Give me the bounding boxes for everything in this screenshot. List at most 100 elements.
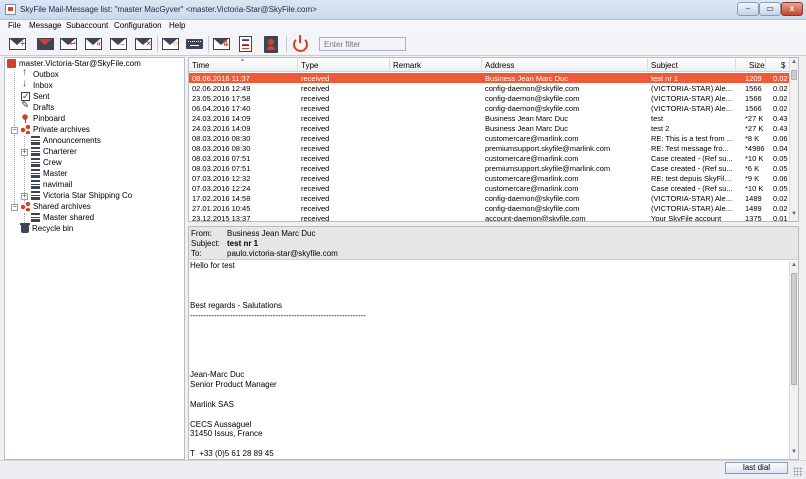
cell-type: received: [301, 194, 330, 203]
cell-time: 24.03.2016 14:09: [192, 124, 251, 133]
window-title: SkyFile Mail-Message list: "master MacGy…: [20, 5, 317, 14]
expand-charterer[interactable]: +: [21, 149, 28, 156]
new-message-button[interactable]: +: [7, 34, 28, 54]
folder-label: Inbox: [33, 81, 53, 90]
cell-size: *9 K: [745, 174, 760, 183]
scroll-thumb[interactable]: [791, 273, 797, 385]
table-row[interactable]: 23.05.2016 17:58 received config-daemon@sk…: [189, 93, 791, 103]
address-book-button[interactable]: [260, 34, 281, 54]
cell-address: account-daemon@skyfile.com: [485, 214, 586, 222]
scroll-down-icon[interactable]: ▼: [790, 211, 798, 220]
column-remark[interactable]: Remark: [393, 61, 421, 70]
cell-time: 08.03.2016 07:51: [192, 154, 251, 163]
maximize-button[interactable]: ▭: [759, 2, 781, 16]
scroll-down-icon[interactable]: ▼: [790, 449, 798, 458]
menu-message[interactable]: Message: [29, 21, 61, 30]
cell-subject: Your SkyFile account: [651, 214, 722, 222]
table-row[interactable]: 08.03.2016 08:30 received customercare@mar…: [189, 133, 791, 143]
folder-recycle-bin[interactable]: Recycle bin: [20, 223, 73, 234]
send-receive-button[interactable]: ⇅: [211, 34, 232, 54]
folder-shared-archives[interactable]: Shared archives: [21, 201, 91, 212]
table-row[interactable]: 08.06.2016 11:37 received Business Jean Ma…: [189, 73, 791, 83]
archive-stack-icon: [31, 180, 40, 189]
folder-inbox[interactable]: Inbox: [21, 78, 53, 91]
forward-button[interactable]: →: [108, 34, 129, 54]
table-row[interactable]: 07.03.2016 12:32 received customercare@mar…: [189, 173, 791, 183]
folder-drafts[interactable]: Drafts: [21, 100, 54, 113]
scroll-up-icon[interactable]: ▲: [790, 262, 798, 271]
keyboard-button[interactable]: [184, 34, 205, 54]
tree-root-account[interactable]: master.Victoria-Star@SkyFile.com: [7, 58, 141, 69]
table-row[interactable]: 17.02.2016 14:58 received config-daemon@sk…: [189, 193, 791, 203]
reply-all-button[interactable]: «: [83, 34, 104, 54]
cell-size: 1489: [745, 204, 762, 213]
table-row[interactable]: 08.03.2016 07:51 received customercare@mar…: [189, 153, 791, 163]
delete-message-button[interactable]: ×: [133, 34, 154, 54]
table-row[interactable]: 07.03.2016 12:24 received customercare@mar…: [189, 183, 791, 193]
cell-cost: 0.02: [773, 194, 788, 203]
menu-subaccount[interactable]: Subaccount: [66, 21, 108, 30]
folder-pinboard[interactable]: Pinboard: [21, 113, 65, 124]
scroll-up-icon[interactable]: ▲: [790, 59, 798, 68]
cell-address: customercare@marlink.com: [485, 134, 579, 143]
column-subject[interactable]: Subject: [651, 61, 678, 70]
filter-input[interactable]: [319, 37, 406, 51]
menu-configuration[interactable]: Configuration: [114, 21, 162, 30]
menu-help[interactable]: Help: [169, 21, 185, 30]
table-row[interactable]: 08.03.2016 08:30 received premiumsupport.s…: [189, 143, 791, 153]
close-button[interactable]: x: [781, 2, 803, 16]
table-row[interactable]: 24.03.2016 14:09 received Business Jean Ma…: [189, 113, 791, 123]
envelope-forward-icon: →: [110, 38, 127, 50]
scroll-thumb[interactable]: [791, 70, 797, 80]
message-list-scrollbar[interactable]: ▲ ▼: [789, 58, 798, 221]
cell-address: config-daemon@skyfile.com: [485, 84, 580, 93]
expand-victoria-star[interactable]: +: [21, 193, 28, 200]
folder-charterer[interactable]: Charterer: [31, 146, 77, 157]
minimize-button[interactable]: –: [737, 2, 759, 16]
archive-stack-icon: [31, 136, 40, 145]
cell-type: received: [301, 94, 330, 103]
folder-private-archives[interactable]: Private archives: [21, 124, 90, 135]
table-row[interactable]: 06.04.2016 17:40 received config-daemon@sk…: [189, 103, 791, 113]
folder-label: Announcements: [43, 136, 101, 145]
pin-icon: [21, 114, 30, 123]
folder-master[interactable]: Master: [31, 168, 67, 179]
table-row[interactable]: 23.12.2015 13:37 received account-daemon@s…: [189, 213, 791, 222]
cell-cost: 0.02: [773, 204, 788, 213]
folder-navimail[interactable]: navimail: [31, 179, 72, 190]
collapse-shared-archives[interactable]: −: [11, 204, 18, 211]
table-row[interactable]: 02.06.2016 12:49 received config-daemon@sk…: [189, 83, 791, 93]
search-button[interactable]: ○: [160, 34, 181, 54]
folder-master-shared[interactable]: Master shared: [31, 212, 94, 223]
last-dial-button[interactable]: last dial: [725, 462, 788, 474]
table-row[interactable]: 24.03.2016 14:09 received Business Jean Ma…: [189, 123, 791, 133]
cell-size: *4986: [745, 144, 765, 153]
column-type[interactable]: Type: [301, 61, 318, 70]
menu-file[interactable]: File: [8, 21, 21, 30]
collapse-private-archives[interactable]: −: [11, 127, 18, 134]
open-message-button[interactable]: [35, 34, 56, 54]
folder-victoria-star-shipping[interactable]: Victoria Star Shipping Co: [31, 190, 132, 201]
resize-grip[interactable]: [793, 467, 803, 477]
archive-stack-icon: [31, 191, 40, 200]
column-cost[interactable]: $: [781, 61, 785, 70]
folder-crew[interactable]: Crew: [31, 157, 62, 168]
column-address[interactable]: Address: [485, 61, 514, 70]
cell-subject: test 2: [651, 124, 670, 133]
preview-scrollbar[interactable]: ▲ ▼: [789, 261, 798, 459]
message-body[interactable]: Hello for test Best regards - Salutation…: [190, 261, 788, 459]
cell-subject: RE: This is a test from ...: [651, 134, 733, 143]
folder-announcements[interactable]: Announcements: [31, 135, 101, 146]
column-time[interactable]: Time: [192, 61, 209, 70]
column-size[interactable]: Size: [749, 61, 765, 70]
reply-button[interactable]: ↩: [58, 34, 79, 54]
cell-type: received: [301, 174, 330, 183]
cell-address: config-daemon@skyfile.com: [485, 94, 580, 103]
cell-subject: (VICTORIA-STAR) Ale...: [651, 194, 732, 203]
arrow-down-icon: [21, 78, 30, 90]
cell-cost: 0.06: [773, 174, 788, 183]
task-list-button[interactable]: [235, 34, 256, 54]
disconnect-button[interactable]: [290, 34, 311, 54]
table-row[interactable]: 27.01.2016 10:45 received config-daemon@sk…: [189, 203, 791, 213]
table-row[interactable]: 08.03.2016 07:51 received premiumsupport.s…: [189, 163, 791, 173]
